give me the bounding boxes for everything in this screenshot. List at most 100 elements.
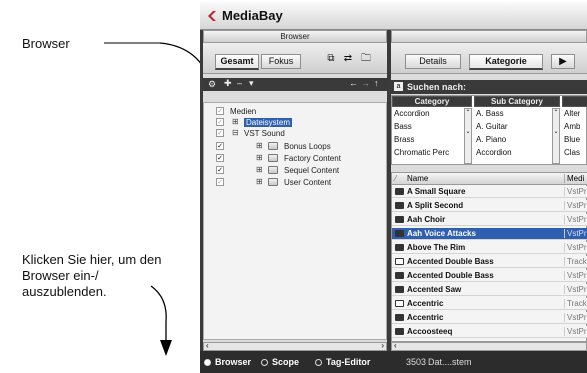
tree-row-dateisystem[interactable]: ✓ ⊞ Dateisystem — [204, 117, 388, 128]
tree-label: User Content — [284, 178, 332, 187]
vst-preset-icon — [395, 244, 404, 251]
tree-row-vstsound[interactable]: ✓ ⊟ VST Sound — [204, 128, 388, 139]
third-item[interactable]: Amb — [564, 122, 580, 131]
window-title: MediaBay — [222, 8, 283, 23]
track-preset-icon — [395, 258, 404, 265]
remove-icon[interactable]: – — [237, 78, 242, 88]
expand-icon[interactable]: ⊞ — [256, 141, 263, 150]
radio-browser-label: Browser — [215, 357, 252, 367]
back-icon[interactable]: ← — [349, 78, 358, 88]
category-item[interactable]: Bass — [394, 122, 412, 131]
tree-row-factory-content[interactable]: ✓ ⊞ Factory Content — [204, 153, 388, 164]
tab-kategorie[interactable]: Kategorie — [469, 54, 543, 70]
tab-fokus[interactable]: Fokus — [261, 54, 301, 69]
results-hscrollbar[interactable]: ‹ — [391, 341, 587, 351]
name-column-header[interactable]: Name — [407, 174, 428, 183]
sync-icon[interactable]: ⧉ — [323, 52, 339, 66]
tab-gesamt[interactable]: Gesamt — [215, 54, 259, 70]
sort-icon[interactable]: ⁄ — [395, 174, 396, 183]
browser-header: Browser — [203, 30, 387, 43]
radio-scope[interactable]: Scope — [261, 357, 299, 367]
browser-tree: ✓ Medien ✓ ⊞ Dateisystem ✓ ⊟ VST Sound ✓… — [203, 102, 387, 340]
checkbox[interactable]: ✓ — [216, 118, 224, 126]
category-item[interactable]: Brass — [394, 135, 414, 144]
list-item[interactable]: Accoosteeq VstPr — [392, 326, 587, 338]
browser-hscrollbar[interactable]: ‹ › — [203, 341, 387, 351]
checkbox[interactable]: ✓ — [216, 129, 224, 137]
checkbox[interactable]: ✓ — [216, 107, 224, 115]
tab-details[interactable]: Details — [405, 54, 461, 69]
browser-toolbar: ⚙ ✚ – ▾ ← → ↑ — [203, 78, 387, 91]
tree-row-sequel-content[interactable]: ✓ ⊞ Sequel Content — [204, 165, 388, 176]
list-item[interactable]: Accented Double Bass VstPr — [392, 270, 587, 282]
forward-icon[interactable]: → — [361, 78, 370, 88]
category-item[interactable]: Chromatic Perc — [394, 148, 449, 157]
up-icon[interactable]: ↑ — [374, 78, 379, 88]
item-media: Track — [564, 299, 587, 308]
subcategory-header[interactable]: Sub Category — [474, 96, 560, 107]
list-item[interactable]: Aah Voice Attacks VstPr — [392, 228, 587, 240]
play-icon[interactable]: ▶ — [551, 54, 575, 69]
tree-label: Medien — [230, 107, 257, 116]
options-icon[interactable]: ⚙ — [208, 79, 216, 90]
tree-row-bonus-loops[interactable]: ✓ ⊞ Bonus Loops — [204, 141, 388, 152]
collapse-icon[interactable]: ⊟ — [232, 128, 239, 137]
expand-icon[interactable]: ⊞ — [256, 165, 263, 174]
category-scrollbar[interactable]: ⌃ ⌄ — [464, 108, 472, 164]
list-item[interactable]: Accented Saw VstPr — [392, 284, 587, 296]
mediabay-logo-icon — [208, 10, 216, 21]
dropdown-icon[interactable]: ▾ — [249, 78, 254, 89]
scroll-left-icon[interactable]: ‹ — [394, 341, 397, 350]
scroll-left-icon[interactable]: ‹ — [206, 341, 209, 350]
vst-preset-icon — [395, 272, 404, 279]
toggle-callout: Klicken Sie hier, um den Browser ein-/ a… — [22, 252, 162, 299]
status-bar: Browser Scope Tag-Editor 3503 Dat....ste… — [200, 351, 587, 373]
browser-callout: Browser — [22, 36, 70, 51]
checkbox[interactable]: ✓ — [216, 178, 224, 186]
scroll-right-icon[interactable]: › — [381, 341, 384, 350]
expand-icon[interactable]: ⊞ — [232, 117, 239, 126]
vst-preset-icon — [395, 230, 404, 237]
third-item[interactable]: Blue — [564, 135, 580, 144]
item-name: Accented Double Bass — [407, 257, 494, 266]
media-column-header[interactable]: Medi — [564, 174, 584, 183]
vst-preset-icon — [395, 216, 404, 223]
list-item[interactable]: Accentric VstPr — [392, 312, 587, 324]
list-item[interactable]: Accentric Track — [392, 298, 587, 310]
subcategory-item[interactable]: A. Guitar — [476, 122, 508, 131]
category-header[interactable]: Category — [392, 96, 472, 107]
item-media: VstPr — [564, 271, 587, 280]
folder-add-icon[interactable]: 🗀 — [358, 52, 374, 66]
item-name: Accoosteeq — [407, 327, 453, 336]
radio-browser[interactable]: Browser — [204, 357, 251, 367]
list-item[interactable]: Accented Double Bass Track — [392, 256, 587, 268]
third-item[interactable]: Clas — [564, 148, 580, 157]
third-item[interactable]: Alter — [564, 109, 580, 118]
checkbox[interactable]: ✓ — [216, 166, 224, 174]
subcategory-item[interactable]: Accordion — [476, 148, 512, 157]
link-icon[interactable]: ⇄ — [340, 52, 356, 66]
item-name: Above The Rim — [407, 243, 466, 252]
add-icon[interactable]: ✚ — [224, 78, 232, 89]
subcategory-scrollbar[interactable]: ⌃ ⌄ — [552, 108, 560, 164]
checkbox[interactable]: ✓ — [216, 142, 224, 150]
expand-icon[interactable]: ⊞ — [256, 177, 263, 186]
current-path: Dat....stem — [428, 357, 472, 367]
category-item[interactable]: Accordion — [394, 109, 430, 118]
tree-row-medien[interactable]: ✓ Medien — [204, 106, 388, 117]
title-bar: MediaBay — [200, 2, 587, 30]
search-mode-icon[interactable]: a — [394, 82, 403, 91]
list-item[interactable]: A Small Square VstPr — [392, 186, 587, 198]
expand-icon[interactable]: ⊞ — [256, 153, 263, 162]
radio-tag-editor[interactable]: Tag-Editor — [315, 357, 370, 367]
list-item[interactable]: A Split Second VstPr — [392, 200, 587, 212]
checkbox[interactable]: ✓ — [216, 154, 224, 162]
list-item[interactable]: Aah Choir VstPr — [392, 214, 587, 226]
subcategory-item[interactable]: A. Piano — [476, 135, 506, 144]
radio-on-icon — [204, 358, 211, 366]
tree-row-user-content[interactable]: ✓ ⊞ User Content — [204, 177, 388, 188]
subcategory-item[interactable]: A. Bass — [476, 109, 504, 118]
list-item[interactable]: Above The Rim VstPr — [392, 242, 587, 254]
folder-icon — [268, 142, 278, 150]
third-header[interactable] — [562, 96, 587, 107]
